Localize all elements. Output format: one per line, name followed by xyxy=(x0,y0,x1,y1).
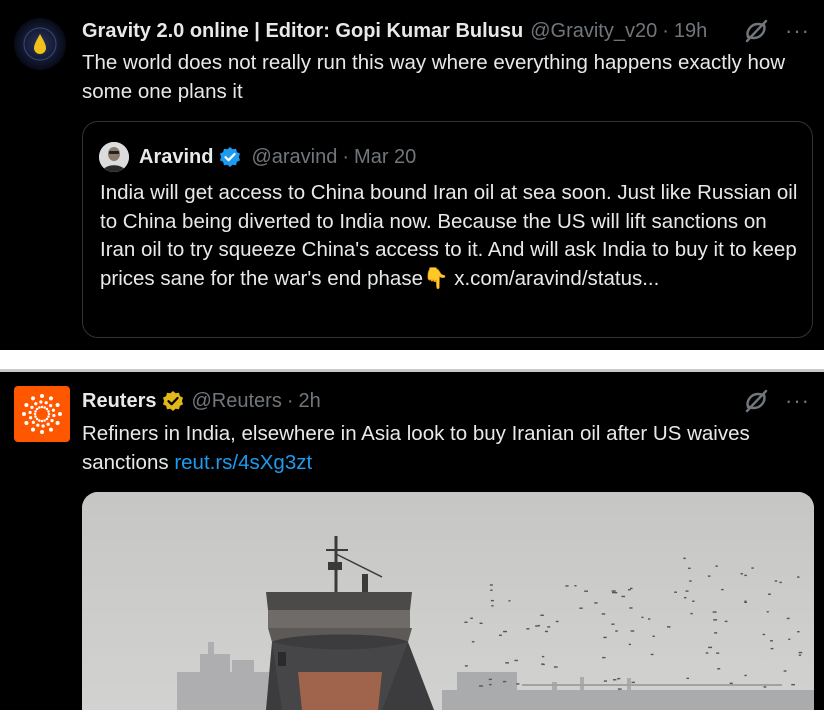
author-handle[interactable]: @Reuters xyxy=(191,390,281,413)
quote-author-handle[interactable]: @aravind xyxy=(251,146,337,169)
pointing-down-emoji: 👇 xyxy=(423,266,449,290)
article-link[interactable]: reut.rs/4sXg3zt xyxy=(174,451,312,474)
header-actions: ··· xyxy=(743,388,810,414)
grok-icon[interactable] xyxy=(743,388,769,414)
tweet-text: The world does not really run this way w… xyxy=(82,51,786,103)
quote-header: Aravind @aravind · Mar 20 xyxy=(99,142,416,172)
gold-verified-badge-icon xyxy=(162,390,184,412)
verified-badge-icon xyxy=(219,146,241,168)
quoted-tweet[interactable]: Aravind @aravind · Mar 20 India will get… xyxy=(82,121,813,338)
separator-dot: · xyxy=(662,19,669,42)
feed-separator xyxy=(0,350,824,372)
tweet-gravity[interactable]: Gravity 2.0 online | Editor: Gopi Kumar … xyxy=(0,0,824,350)
timestamp[interactable]: 19h xyxy=(674,20,707,43)
quote-text: India will get access to China bound Ira… xyxy=(100,179,798,293)
tanker-photo[interactable] xyxy=(82,492,814,710)
author-name[interactable]: Reuters xyxy=(82,390,156,413)
quote-author-name[interactable]: Aravind xyxy=(139,146,213,169)
oil-drop-avatar[interactable] xyxy=(14,18,66,70)
tweet-text: Refiners in India, elsewhere in Asia loo… xyxy=(82,419,806,477)
tweet-header: Reuters @Reuters · 2h ··· xyxy=(82,386,810,416)
tweet-header: Gravity 2.0 online | Editor: Gopi Kumar … xyxy=(82,16,810,46)
quote-link-text: x.com/aravind/status... xyxy=(448,266,660,290)
more-icon[interactable]: ··· xyxy=(785,20,810,42)
more-icon[interactable]: ··· xyxy=(785,390,810,412)
timestamp[interactable]: 2h xyxy=(299,390,321,413)
author-handle[interactable]: @Gravity_v20 xyxy=(530,20,657,43)
header-actions: ··· xyxy=(743,18,810,44)
author-name[interactable]: Gravity 2.0 online | Editor: Gopi Kumar … xyxy=(82,20,523,43)
grok-icon[interactable] xyxy=(743,18,769,44)
separator-dot: · xyxy=(342,145,350,168)
reuters-logo-avatar[interactable] xyxy=(14,386,70,442)
aravind-avatar[interactable] xyxy=(99,142,129,172)
separator-dot: · xyxy=(286,389,294,412)
quote-date[interactable]: Mar 20 xyxy=(354,146,416,169)
